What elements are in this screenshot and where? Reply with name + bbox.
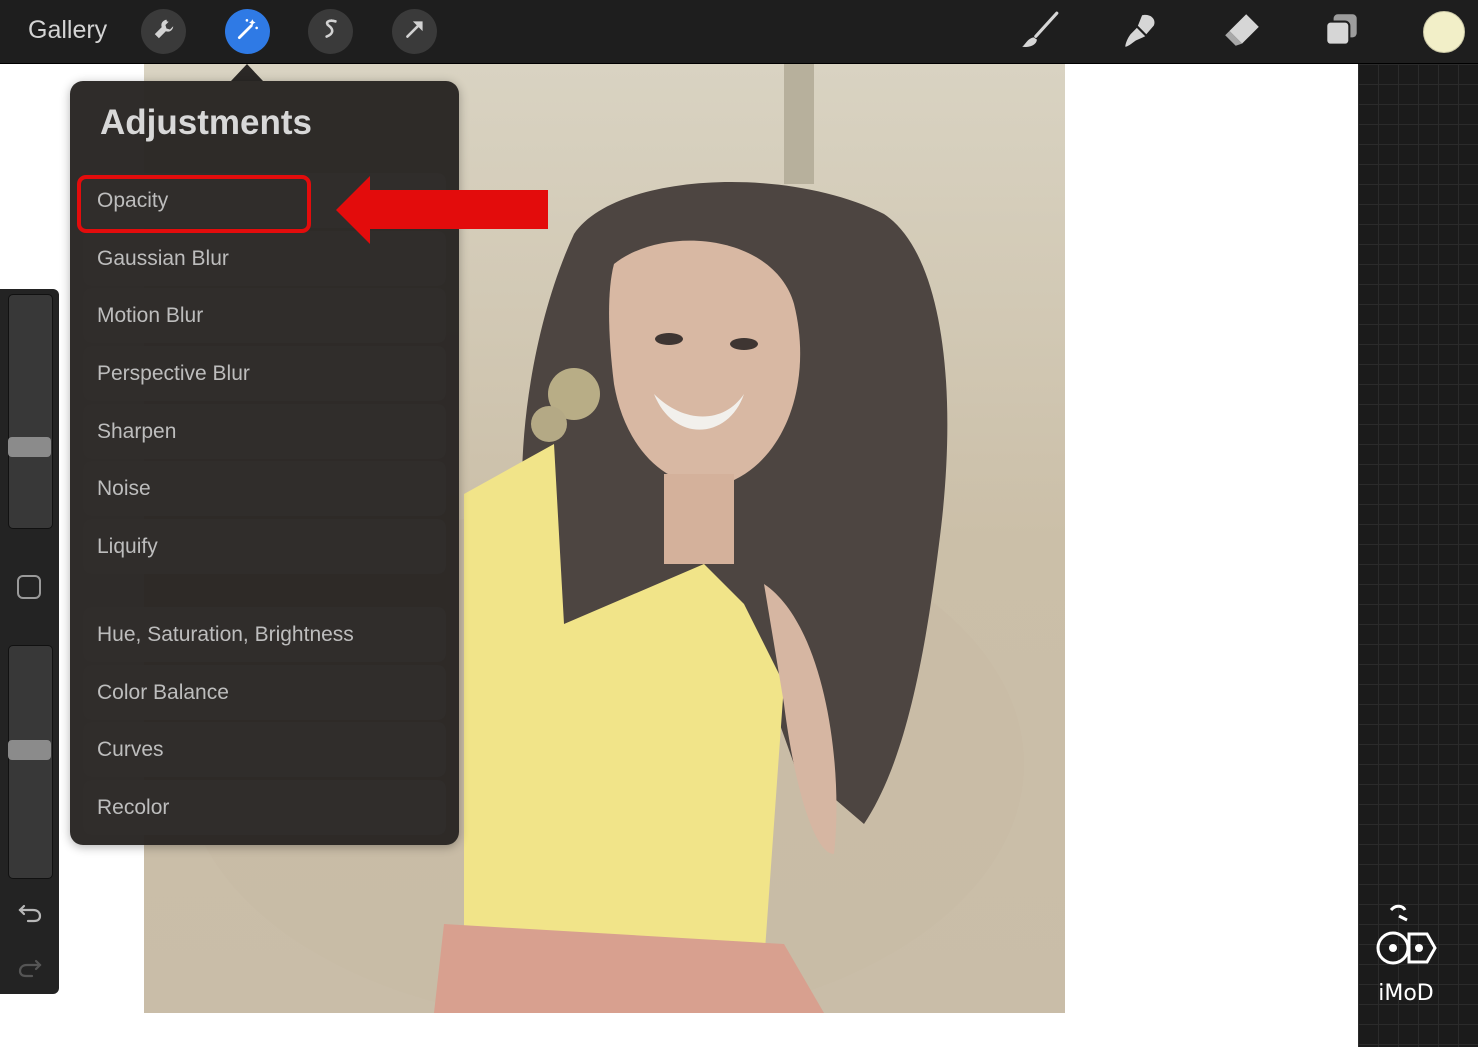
gallery-button[interactable]: Gallery	[28, 16, 107, 45]
brush-size-slider-thumb[interactable]	[8, 436, 51, 457]
layers-icon	[1321, 9, 1363, 56]
canvas-grid-strip	[1358, 64, 1478, 1047]
top-toolbar: Gallery	[0, 0, 1478, 64]
brush-tool[interactable]	[1018, 10, 1062, 54]
smudge-icon	[1119, 9, 1161, 56]
brush-opacity-slider[interactable]	[8, 645, 53, 879]
menu-item-hue-saturation-brightness[interactable]: Hue, Saturation, Brightness	[83, 607, 446, 662]
undo-button[interactable]	[16, 898, 44, 926]
selection-icon	[318, 16, 344, 47]
menu-item-noise[interactable]: Noise	[83, 461, 446, 516]
eraser-tool[interactable]	[1220, 10, 1264, 54]
modify-button[interactable]	[17, 575, 41, 599]
selection-button[interactable]	[308, 9, 353, 54]
adjustments-button[interactable]	[225, 9, 270, 54]
menu-item-color-balance[interactable]: Color Balance	[83, 665, 446, 720]
transform-button[interactable]	[392, 9, 437, 54]
brush-icon	[1019, 9, 1061, 56]
highlight-box	[77, 175, 311, 233]
layers-button[interactable]	[1320, 10, 1364, 54]
watermark-text: iMoD	[1378, 981, 1434, 1006]
actions-button[interactable]	[141, 9, 186, 54]
wrench-icon	[151, 16, 177, 47]
menu-item-motion-blur[interactable]: Motion Blur	[83, 288, 446, 343]
menu-item-perspective-blur[interactable]: Perspective Blur	[83, 346, 446, 401]
popover-caret	[231, 64, 263, 81]
eraser-icon	[1221, 9, 1263, 56]
red-arrow-annotation	[336, 176, 550, 244]
watermark-logo: iMoD	[1366, 902, 1446, 1022]
menu-item-curves[interactable]: Curves	[83, 722, 446, 777]
adjustments-title: Adjustments	[100, 103, 312, 142]
redo-button[interactable]	[16, 953, 44, 981]
undo-icon	[16, 904, 44, 930]
brush-size-slider[interactable]	[8, 294, 53, 529]
magic-wand-icon	[235, 16, 261, 47]
side-panel	[0, 289, 59, 994]
menu-item-sharpen[interactable]: Sharpen	[83, 404, 446, 459]
transform-arrow-icon	[402, 16, 428, 47]
menu-item-recolor[interactable]: Recolor	[83, 780, 446, 835]
smudge-tool[interactable]	[1118, 10, 1162, 54]
brush-opacity-slider-thumb[interactable]	[8, 740, 51, 761]
menu-item-liquify[interactable]: Liquify	[83, 519, 446, 574]
color-swatch[interactable]	[1423, 11, 1465, 53]
redo-icon	[16, 959, 44, 985]
